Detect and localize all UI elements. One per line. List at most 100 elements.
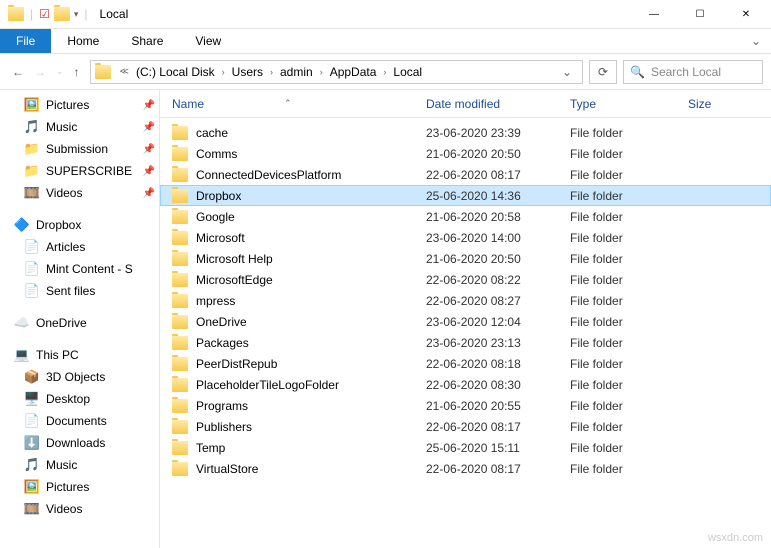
column-name[interactable]: Name⌃ <box>172 97 426 111</box>
file-date: 21-06-2020 20:50 <box>426 252 570 266</box>
sidebar-item-icon: 🖼️ <box>24 479 40 495</box>
sidebar-item-label: Desktop <box>46 392 90 406</box>
sidebar-item[interactable]: 📁Submission📌 <box>0 138 159 160</box>
qat-properties-icon[interactable]: ☑ <box>39 7 50 21</box>
pin-icon: 📌 <box>143 188 155 199</box>
column-type[interactable]: Type <box>570 97 688 111</box>
file-date: 25-06-2020 15:11 <box>426 441 570 455</box>
sidebar-item[interactable]: 🎞️Videos <box>0 498 159 520</box>
file-date: 21-06-2020 20:50 <box>426 147 570 161</box>
minimize-button[interactable]: ― <box>631 0 677 29</box>
history-dropdown-icon[interactable]: ⌄ <box>56 66 64 77</box>
qat-dropdown-icon[interactable]: ▾ <box>74 9 79 20</box>
sidebar-item-icon: 📦 <box>24 369 40 385</box>
file-row[interactable]: MicrosoftEdge22-06-2020 08:22File folder <box>160 269 771 290</box>
sidebar-item[interactable]: 📄Sent files <box>0 280 159 302</box>
sidebar-item-label: Submission <box>46 142 108 156</box>
file-row[interactable]: Comms21-06-2020 20:50File folder <box>160 143 771 164</box>
file-date: 21-06-2020 20:55 <box>426 399 570 413</box>
column-date[interactable]: Date modified <box>426 97 570 111</box>
sidebar-item[interactable]: 🎵Music📌 <box>0 116 159 138</box>
qat-newfolder-icon[interactable] <box>54 7 70 21</box>
folder-icon <box>172 378 188 392</box>
file-type: File folder <box>570 399 688 413</box>
file-row[interactable]: Microsoft23-06-2020 14:00File folder <box>160 227 771 248</box>
close-button[interactable]: ✕ <box>723 0 769 29</box>
sidebar-item-label: 3D Objects <box>46 370 105 384</box>
up-button[interactable]: ↑ <box>74 65 80 79</box>
sidebar-item-icon: 🎵 <box>24 457 40 473</box>
sidebar-item[interactable]: 🖼️Pictures <box>0 476 159 498</box>
addressbar-dropdown-icon[interactable]: ⌄ <box>556 65 578 79</box>
sidebar-item-label: Music <box>46 120 77 134</box>
sidebar-item[interactable]: 📄Articles <box>0 236 159 258</box>
tab-view[interactable]: View <box>179 29 237 53</box>
file-type: File folder <box>570 168 688 182</box>
file-name: MicrosoftEdge <box>196 273 426 287</box>
tab-share[interactable]: Share <box>115 29 179 53</box>
sidebar-item[interactable]: 🔷Dropbox <box>0 214 159 236</box>
chevron-right-icon[interactable]: › <box>219 67 228 77</box>
sidebar-item[interactable]: 🖥️ Desktop <box>0 388 159 410</box>
file-row[interactable]: VirtualStore22-06-2020 08:17File folder <box>160 458 771 479</box>
chevron-right-icon[interactable]: ≪ <box>117 66 132 77</box>
ribbon-expand-icon[interactable]: ⌄ <box>741 29 771 53</box>
file-row[interactable]: PlaceholderTileLogoFolder22-06-2020 08:3… <box>160 374 771 395</box>
back-button[interactable]: ← <box>12 65 24 79</box>
file-list[interactable]: cache23-06-2020 23:39File folderComms21-… <box>160 118 771 548</box>
folder-icon <box>172 189 188 203</box>
sidebar-item-icon: 📄 <box>24 239 40 255</box>
search-input[interactable]: 🔍 Search Local <box>623 60 763 84</box>
chevron-right-icon[interactable]: › <box>267 67 276 77</box>
tab-file[interactable]: File <box>0 29 51 53</box>
main-panel: Name⌃ Date modified Type Size cache23-06… <box>160 90 771 548</box>
sidebar-item[interactable]: 🖼️Pictures📌 <box>0 94 159 116</box>
sidebar-item[interactable]: ⬇️Downloads <box>0 432 159 454</box>
tab-home[interactable]: Home <box>51 29 115 53</box>
file-row[interactable]: OneDrive23-06-2020 12:04File folder <box>160 311 771 332</box>
sidebar-item[interactable]: ☁️OneDrive <box>0 312 159 334</box>
sidebar-item-label: Videos <box>46 502 82 516</box>
breadcrumb-segment[interactable]: AppData <box>328 65 379 79</box>
file-row[interactable]: cache23-06-2020 23:39File folder <box>160 122 771 143</box>
file-date: 23-06-2020 12:04 <box>426 315 570 329</box>
breadcrumb-segment[interactable]: Users <box>230 65 265 79</box>
file-row[interactable]: Microsoft Help21-06-2020 20:50File folde… <box>160 248 771 269</box>
sidebar-item[interactable]: 🎵Music <box>0 454 159 476</box>
chevron-right-icon[interactable]: › <box>317 67 326 77</box>
sidebar-item[interactable]: 📁SUPERSCRIBE📌 <box>0 160 159 182</box>
file-type: File folder <box>570 336 688 350</box>
chevron-right-icon[interactable]: › <box>380 67 389 77</box>
folder-icon <box>172 231 188 245</box>
maximize-button[interactable]: ☐ <box>677 0 723 29</box>
file-date: 22-06-2020 08:17 <box>426 462 570 476</box>
sidebar-item[interactable]: 📦 3D Objects <box>0 366 159 388</box>
refresh-button[interactable]: ⟳ <box>589 60 617 84</box>
file-row[interactable]: mpress22-06-2020 08:27File folder <box>160 290 771 311</box>
breadcrumb-segment[interactable]: admin <box>278 65 315 79</box>
watermark: wsxdn.com <box>708 532 763 544</box>
sidebar-item[interactable]: 💻This PC <box>0 344 159 366</box>
file-row[interactable]: Google21-06-2020 20:58File folder <box>160 206 771 227</box>
file-type: File folder <box>570 126 688 140</box>
file-date: 22-06-2020 08:17 <box>426 420 570 434</box>
breadcrumb-segment[interactable]: Local <box>391 65 424 79</box>
file-row[interactable]: ConnectedDevicesPlatform22-06-2020 08:17… <box>160 164 771 185</box>
sidebar[interactable]: 🖼️Pictures📌🎵Music📌📁Submission📌📁SUPERSCRI… <box>0 90 160 548</box>
sidebar-item[interactable]: 🎞️Videos📌 <box>0 182 159 204</box>
sidebar-item[interactable]: 📄Mint Content - S <box>0 258 159 280</box>
qat: | ☑ ▾ | <box>2 7 90 21</box>
sidebar-item[interactable]: 📄Documents <box>0 410 159 432</box>
file-row[interactable]: Temp25-06-2020 15:11File folder <box>160 437 771 458</box>
file-row[interactable]: Programs21-06-2020 20:55File folder <box>160 395 771 416</box>
file-row[interactable]: Dropbox25-06-2020 14:36File folder <box>160 185 771 206</box>
file-row[interactable]: PeerDistRepub22-06-2020 08:18File folder <box>160 353 771 374</box>
sidebar-item-icon: 🖥️ <box>24 391 40 407</box>
file-row[interactable]: Packages23-06-2020 23:13File folder <box>160 332 771 353</box>
file-row[interactable]: Publishers22-06-2020 08:17File folder <box>160 416 771 437</box>
forward-button[interactable]: → <box>34 65 46 79</box>
column-size[interactable]: Size <box>688 97 771 111</box>
file-type: File folder <box>570 378 688 392</box>
breadcrumb-segment[interactable]: (C:) Local Disk <box>134 65 217 79</box>
addressbar[interactable]: ≪ (C:) Local Disk › Users › admin › AppD… <box>90 60 583 84</box>
